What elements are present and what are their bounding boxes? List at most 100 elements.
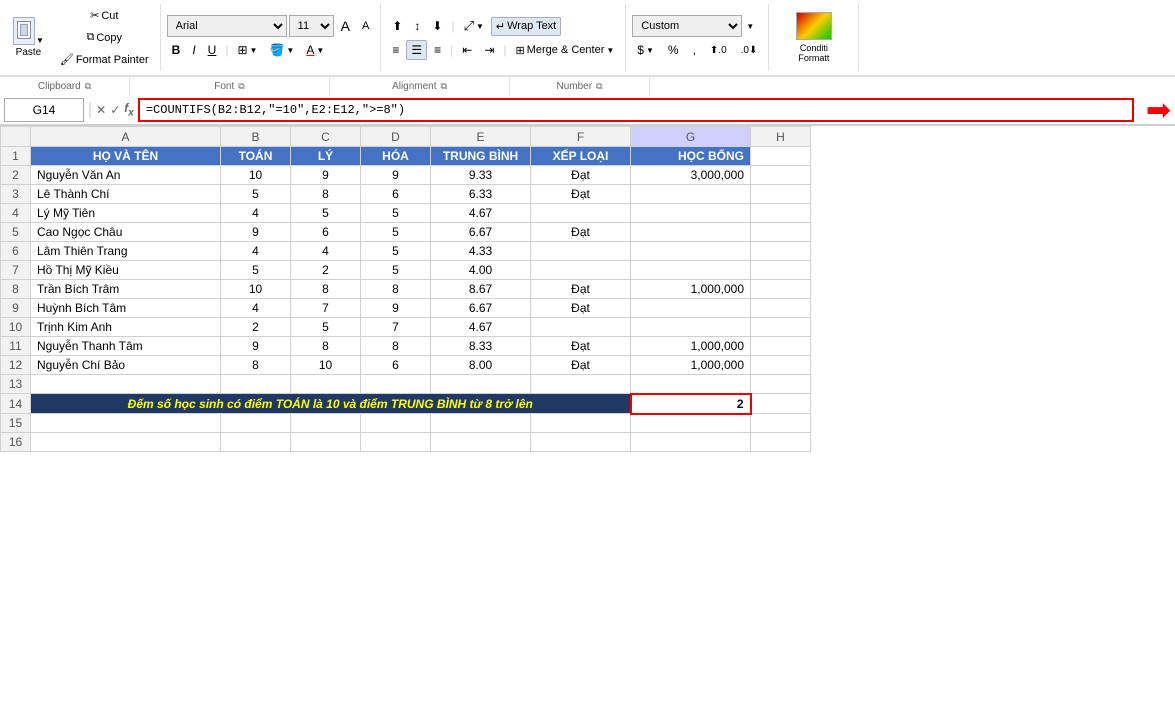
summary-label[interactable]: Đếm số học sinh có điểm TOÁN là 10 và đi… <box>31 394 631 414</box>
cell-H11[interactable] <box>751 337 811 356</box>
cell-F12[interactable]: Đạt <box>531 356 631 375</box>
cell-F3[interactable]: Đạt <box>531 185 631 204</box>
cell-B6[interactable]: 4 <box>221 242 291 261</box>
dec-dec-button[interactable]: .0⬇ <box>736 42 763 59</box>
cell-D15[interactable] <box>361 414 431 433</box>
col-header-D[interactable]: D <box>361 127 431 147</box>
conditional-formatting-button[interactable]: ConditiFormatt <box>791 9 837 67</box>
col-header-E[interactable]: E <box>431 127 531 147</box>
cell-G13[interactable] <box>631 375 751 394</box>
cell-G14[interactable]: 2 <box>631 394 751 414</box>
cell-G2[interactable]: 3,000,000 <box>631 166 751 185</box>
cell-A2[interactable]: Nguyễn Văn An <box>31 166 221 185</box>
cell-C4[interactable]: 5 <box>291 204 361 223</box>
cell-D16[interactable] <box>361 433 431 452</box>
comma-button[interactable]: , <box>688 40 701 60</box>
cell-E10[interactable]: 4.67 <box>431 318 531 337</box>
merge-center-button[interactable]: ⊞ Merge & Center ▼ <box>511 41 620 60</box>
cell-H4[interactable] <box>751 204 811 223</box>
cell-E15[interactable] <box>431 414 531 433</box>
cell-G16[interactable] <box>631 433 751 452</box>
cell-G9[interactable] <box>631 299 751 318</box>
cell-E12[interactable]: 8.00 <box>431 356 531 375</box>
cell-B2[interactable]: 10 <box>221 166 291 185</box>
cell-H13[interactable] <box>751 375 811 394</box>
align-center-button[interactable]: ☰ <box>406 40 427 60</box>
cell-D7[interactable]: 5 <box>361 261 431 280</box>
cell-A9[interactable]: Huỳnh Bích Tâm <box>31 299 221 318</box>
fill-color-button[interactable]: 🪣▼ <box>264 40 299 60</box>
cell-E5[interactable]: 6.67 <box>431 223 531 242</box>
cell-H7[interactable] <box>751 261 811 280</box>
col-header-C[interactable]: C <box>291 127 361 147</box>
cell-A7[interactable]: Hồ Thị Mỹ Kiều <box>31 261 221 280</box>
cell-D6[interactable]: 5 <box>361 242 431 261</box>
cell-D10[interactable]: 7 <box>361 318 431 337</box>
cell-E13[interactable] <box>431 375 531 394</box>
cell-A3[interactable]: Lê Thành Chí <box>31 185 221 204</box>
dollar-button[interactable]: $▼ <box>632 40 659 60</box>
col-header-H[interactable]: H <box>751 127 811 147</box>
cell-D4[interactable]: 5 <box>361 204 431 223</box>
font-name-select[interactable]: Arial <box>167 15 287 37</box>
col-header-A[interactable]: A <box>31 127 221 147</box>
align-top-button[interactable]: ⬆ <box>387 16 407 36</box>
cell-C5[interactable]: 6 <box>291 223 361 242</box>
cell-E1[interactable]: TRUNG BÌNH <box>431 147 531 166</box>
cell-F9[interactable]: Đạt <box>531 299 631 318</box>
cell-G11[interactable]: 1,000,000 <box>631 337 751 356</box>
cell-B13[interactable] <box>221 375 291 394</box>
font-grow-button[interactable]: A <box>336 15 355 37</box>
cell-reference-box[interactable] <box>4 98 84 122</box>
cell-E7[interactable]: 4.00 <box>431 261 531 280</box>
cell-F4[interactable] <box>531 204 631 223</box>
col-header-F[interactable]: F <box>531 127 631 147</box>
cell-C11[interactable]: 8 <box>291 337 361 356</box>
cell-F10[interactable] <box>531 318 631 337</box>
cell-A1[interactable]: HỌ VÀ TÊN <box>31 147 221 166</box>
cell-G6[interactable] <box>631 242 751 261</box>
copy-button[interactable]: ⧉ Copy <box>55 28 154 47</box>
cell-E8[interactable]: 8.67 <box>431 280 531 299</box>
paste-button[interactable]: ▼ Paste <box>6 14 51 61</box>
cell-D8[interactable]: 8 <box>361 280 431 299</box>
cell-G3[interactable] <box>631 185 751 204</box>
cut-button[interactable]: ✂ Cut <box>55 6 154 25</box>
cell-G8[interactable]: 1,000,000 <box>631 280 751 299</box>
cell-B15[interactable] <box>221 414 291 433</box>
format-painter-button[interactable]: 🖌 Format Painter <box>55 50 154 69</box>
cell-D1[interactable]: HÓA <box>361 147 431 166</box>
cell-C12[interactable]: 10 <box>291 356 361 375</box>
cell-F5[interactable]: Đạt <box>531 223 631 242</box>
cell-B9[interactable]: 4 <box>221 299 291 318</box>
cell-G15[interactable] <box>631 414 751 433</box>
font-shrink-button[interactable]: A <box>357 17 374 35</box>
font-expand-icon[interactable]: ⧉ <box>238 81 244 92</box>
align-bottom-button[interactable]: ⬇ <box>427 16 447 36</box>
cell-E11[interactable]: 8.33 <box>431 337 531 356</box>
cell-H9[interactable] <box>751 299 811 318</box>
cell-B12[interactable]: 8 <box>221 356 291 375</box>
cell-C3[interactable]: 8 <box>291 185 361 204</box>
cell-F1[interactable]: XẾP LOẠI <box>531 147 631 166</box>
cell-D11[interactable]: 8 <box>361 337 431 356</box>
cell-D13[interactable] <box>361 375 431 394</box>
cell-B8[interactable]: 10 <box>221 280 291 299</box>
cell-F15[interactable] <box>531 414 631 433</box>
spreadsheet[interactable]: A B C D E F G H 1 HỌ VÀ TÊN TOÁN LÝ HÓA … <box>0 126 1175 662</box>
cell-A12[interactable]: Nguyễn Chí Bảo <box>31 356 221 375</box>
cell-C8[interactable]: 8 <box>291 280 361 299</box>
decrease-indent-button[interactable]: ⇤ <box>457 40 477 60</box>
cell-C16[interactable] <box>291 433 361 452</box>
cell-E4[interactable]: 4.67 <box>431 204 531 223</box>
cell-A10[interactable]: Trịnh Kim Anh <box>31 318 221 337</box>
cell-E9[interactable]: 6.67 <box>431 299 531 318</box>
dec-inc-button[interactable]: ⬆.0 <box>705 42 732 59</box>
bold-button[interactable]: B <box>167 40 186 60</box>
cell-G10[interactable] <box>631 318 751 337</box>
cell-C10[interactable]: 5 <box>291 318 361 337</box>
cell-B1[interactable]: TOÁN <box>221 147 291 166</box>
cell-B10[interactable]: 2 <box>221 318 291 337</box>
cell-E3[interactable]: 6.33 <box>431 185 531 204</box>
col-header-B[interactable]: B <box>221 127 291 147</box>
